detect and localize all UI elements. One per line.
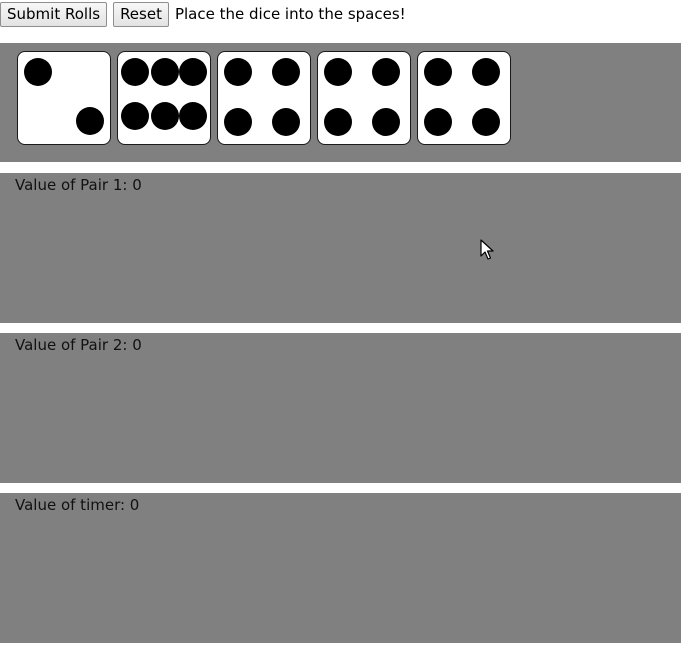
toolbar: Submit Rolls Reset Place the dice into t… (0, 1, 406, 27)
timer-zone[interactable]: Value of timer: 0 (0, 493, 681, 643)
die-3[interactable] (217, 51, 311, 145)
timer-value-label: Value of timer: 0 (15, 496, 140, 514)
die-pip (372, 58, 401, 87)
die-pip (24, 58, 53, 87)
die-2[interactable] (117, 51, 211, 145)
pair-1-value-label: Value of Pair 1: 0 (15, 176, 142, 194)
dice-tray[interactable] (0, 43, 681, 162)
reset-button[interactable]: Reset (113, 1, 169, 27)
die-pip (179, 102, 208, 131)
die-pip (150, 58, 179, 87)
die-pip (224, 58, 253, 87)
die-pip (472, 58, 501, 87)
die-4[interactable] (317, 51, 411, 145)
pair-2-drop-zone[interactable]: Value of Pair 2: 0 (0, 333, 681, 483)
die-pip (120, 102, 149, 131)
die-pip (272, 107, 301, 136)
pair-2-value-label: Value of Pair 2: 0 (15, 336, 142, 354)
die-pip (472, 107, 501, 136)
die-5[interactable] (417, 51, 511, 145)
die-pip (224, 107, 253, 136)
submit-rolls-button[interactable]: Submit Rolls (0, 1, 108, 27)
die-pip (150, 102, 179, 131)
die-pip (324, 107, 353, 136)
die-1[interactable] (17, 51, 111, 145)
die-pip (120, 58, 149, 87)
die-pip (372, 107, 401, 136)
die-pip (324, 58, 353, 87)
die-pip (179, 58, 208, 87)
die-pip (75, 107, 104, 135)
pair-1-drop-zone[interactable]: Value of Pair 1: 0 (0, 173, 681, 323)
die-pip (424, 107, 453, 136)
die-pip (424, 58, 453, 87)
instruction-text: Place the dice into the spaces! (174, 5, 406, 23)
die-pip (272, 58, 301, 87)
